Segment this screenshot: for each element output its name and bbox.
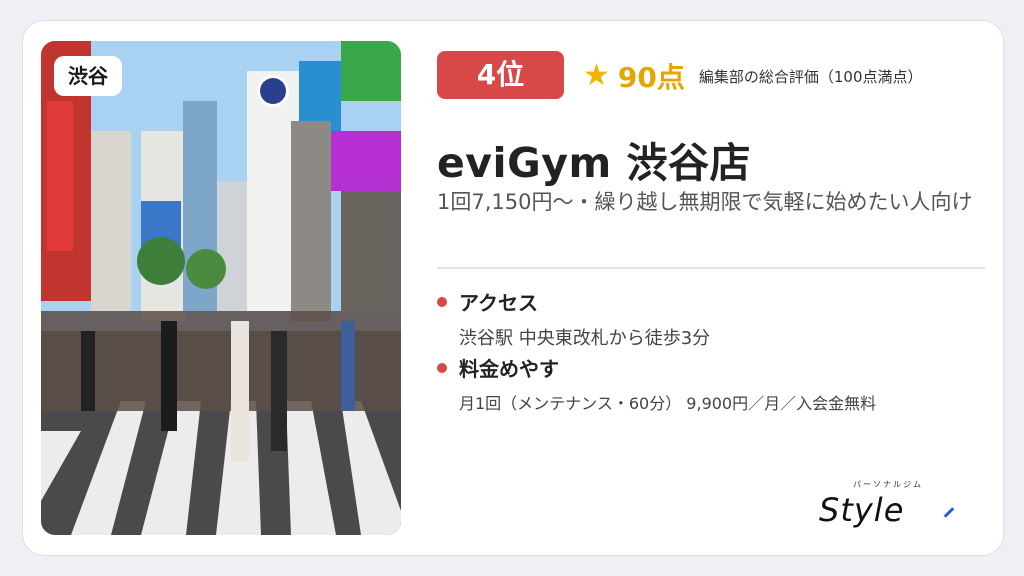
- gym-title: eviGym 渋谷店: [437, 139, 751, 187]
- style-logo: パーソナルジム Style: [819, 479, 969, 529]
- score-value: 90点: [617, 61, 685, 94]
- score-note: 編集部の総合評価（100点満点）: [698, 67, 923, 86]
- rank-badge: 4位: [437, 51, 564, 99]
- access-value: 渋谷駅 中央東改札から徒歩3分: [459, 328, 711, 349]
- divider: [437, 267, 985, 269]
- logo-kana: パーソナルジム: [853, 480, 923, 489]
- logo-wordmark: Style: [819, 491, 905, 529]
- price-info: 料金めやす 月1回（メンテナンス・60分） 9,900円／月／入会金無料: [437, 353, 876, 414]
- red-dot-icon: [437, 296, 447, 307]
- access-label: アクセス: [459, 291, 538, 315]
- score-row: ★ 90点 編集部の総合評価（100点満点）: [583, 58, 923, 95]
- star-icon: ★: [583, 58, 610, 93]
- gym-subtitle: 1回7,150円〜・繰り越し無期限で気軽に始めたい人向け: [437, 190, 973, 214]
- location-badge: 渋谷: [54, 56, 122, 96]
- access-info: アクセス 渋谷駅 中央東改札から徒歩3分: [437, 287, 710, 350]
- shibuya-crossing-photo: 渋谷: [41, 41, 401, 535]
- price-value: 月1回（メンテナンス・60分） 9,900円／月／入会金無料: [459, 394, 877, 413]
- gym-card: 渋谷 4位 ★ 90点 編集部の総合評価（100点満点） eviGym 渋谷店 …: [22, 20, 1004, 556]
- red-dot-icon: [437, 362, 447, 373]
- price-label: 料金めやす: [459, 357, 559, 381]
- logo-slash-icon: [943, 507, 955, 518]
